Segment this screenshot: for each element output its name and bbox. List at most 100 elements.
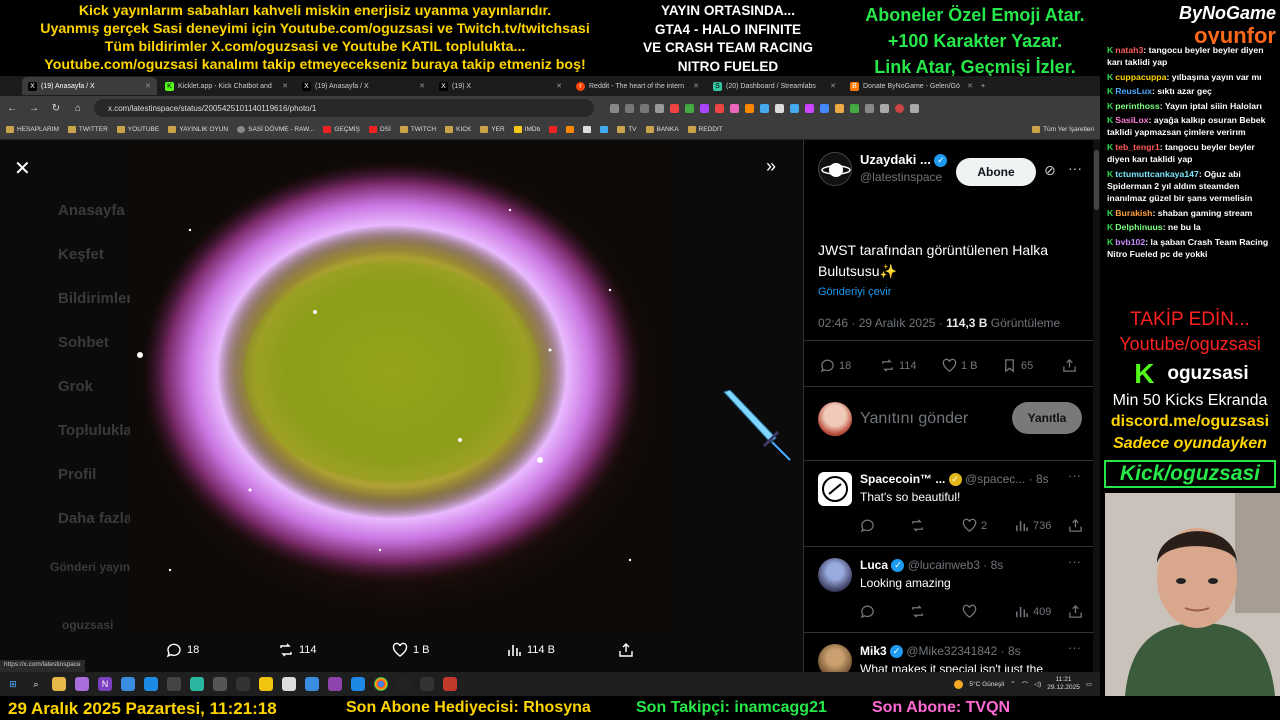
- steam-icon[interactable]: [167, 677, 181, 691]
- reply-author-name[interactable]: Spacecoin™ ...: [860, 472, 945, 486]
- bookmark-item[interactable]: SASİ DÖVME - RAW...: [237, 126, 314, 133]
- reply-share-action[interactable]: [1068, 604, 1083, 619]
- bookmark-item[interactable]: TWITCH: [399, 126, 436, 133]
- search-icon[interactable]: ⌕: [29, 677, 43, 691]
- like-count[interactable]: 1 B: [942, 358, 978, 373]
- reply-views-action[interactable]: 736: [1014, 518, 1051, 533]
- app-icon[interactable]: [75, 677, 89, 691]
- edge-icon[interactable]: [351, 677, 365, 691]
- bookmark-item[interactable]: [600, 126, 609, 133]
- reply-like-action[interactable]: [962, 604, 981, 619]
- edge-like-icon[interactable]: [144, 677, 158, 691]
- chat-username[interactable]: bvb102: [1115, 237, 1145, 247]
- extension-icon[interactable]: [685, 103, 694, 113]
- taskbar-clock[interactable]: 11:21 29.12.2025: [1047, 676, 1080, 692]
- extension-icon[interactable]: [670, 103, 679, 113]
- star-icon[interactable]: [655, 103, 664, 113]
- reply-reply-action[interactable]: [860, 604, 879, 619]
- reply-item[interactable]: Mik3 ✓ @Mike32341842 · 8s ··· What makes…: [804, 640, 1100, 672]
- scrollbar-thumb[interactable]: [1094, 150, 1099, 210]
- reply-count[interactable]: 18: [820, 358, 851, 373]
- reply-reply-action[interactable]: [860, 518, 879, 533]
- close-photo-button[interactable]: ✕: [14, 156, 31, 181]
- notification-icon[interactable]: ▭: [1086, 680, 1092, 688]
- download-icon[interactable]: [880, 103, 889, 113]
- extension-icon[interactable]: [850, 103, 859, 113]
- chat-username[interactable]: ReusLux: [1115, 86, 1152, 96]
- reply-handle[interactable]: @spacec...: [965, 472, 1025, 486]
- reply-avatar[interactable]: [818, 472, 852, 506]
- reply-avatar[interactable]: [818, 558, 852, 592]
- close-tab-icon[interactable]: ✕: [693, 82, 699, 90]
- repost-count[interactable]: 114: [880, 358, 917, 373]
- bookmark-item[interactable]: TV: [617, 126, 637, 133]
- reply-input[interactable]: Yanıtını gönder: [860, 410, 968, 428]
- bookmark-item[interactable]: BANKA: [645, 126, 679, 133]
- chat-username[interactable]: SasiLox: [1115, 115, 1148, 125]
- home-icon[interactable]: ⌂: [72, 103, 84, 114]
- chat-username[interactable]: teb_tengr1: [1115, 142, 1159, 152]
- volume-icon[interactable]: ◁): [1034, 680, 1041, 688]
- app-icon[interactable]: [328, 677, 342, 691]
- bookmark-item[interactable]: GEÇMİŞ: [323, 126, 360, 133]
- chat-username[interactable]: Delphinuus: [1115, 222, 1162, 232]
- bookmark-item[interactable]: REDDIT: [687, 126, 723, 133]
- bookmark-item[interactable]: YER: [480, 126, 505, 133]
- browser-tab[interactable]: X (19) Anasayfa / X ✕: [22, 77, 157, 95]
- share-button[interactable]: [1062, 358, 1077, 373]
- extension-icon[interactable]: [760, 103, 769, 113]
- follow-button[interactable]: Abone: [956, 158, 1036, 186]
- extension-icon[interactable]: [820, 103, 829, 113]
- app-icon[interactable]: [236, 677, 250, 691]
- reload-icon[interactable]: ↻: [50, 103, 62, 114]
- network-icon[interactable]: ⌒: [1022, 679, 1029, 689]
- address-bar[interactable]: x.com/latestinspace/status/2005425101140…: [94, 99, 594, 117]
- tray-chevron-icon[interactable]: ⌃: [1010, 680, 1015, 688]
- more-options-icon[interactable]: ···: [1068, 160, 1082, 176]
- chat-username[interactable]: tctumuttcankaya147: [1115, 169, 1199, 179]
- extension-icon[interactable]: [775, 103, 784, 113]
- app-icon[interactable]: [190, 677, 204, 691]
- chat-username[interactable]: natah3: [1115, 45, 1143, 55]
- app-icon[interactable]: [282, 677, 296, 691]
- forward-icon[interactable]: →: [28, 103, 40, 114]
- browser-tab[interactable]: X (19) X ✕: [433, 77, 568, 95]
- current-user-avatar[interactable]: [818, 402, 852, 436]
- share-icon[interactable]: [640, 103, 649, 113]
- start-menu-icon[interactable]: ⊞: [6, 677, 20, 691]
- reply-item[interactable]: Luca ✓ @lucainweb3 · 8s ··· Looking amaz…: [804, 554, 1100, 632]
- notes-icon[interactable]: [259, 677, 273, 691]
- author-handle[interactable]: @latestinspace: [860, 170, 942, 184]
- bookmark-item[interactable]: YOUTUBE: [116, 126, 159, 133]
- bookmark-item[interactable]: KICK: [445, 126, 471, 133]
- close-tab-icon[interactable]: ✕: [282, 82, 288, 90]
- bookmark-item[interactable]: [566, 126, 575, 133]
- reply-avatar[interactable]: [818, 644, 852, 672]
- weather-text[interactable]: 5°C Güneşli: [969, 681, 1004, 688]
- menu-icon[interactable]: [910, 103, 919, 113]
- extension-icon[interactable]: [730, 103, 739, 113]
- reply-views-action[interactable]: 409: [1014, 604, 1051, 619]
- reply-handle[interactable]: @lucainweb3: [908, 558, 980, 572]
- photo-share-action[interactable]: [618, 642, 634, 658]
- profile-avatar[interactable]: [895, 103, 904, 113]
- more-options-icon[interactable]: ···: [1068, 640, 1081, 655]
- chat-username[interactable]: Burakish: [1115, 208, 1152, 218]
- close-tab-icon[interactable]: ✕: [145, 82, 151, 90]
- gamepad-icon[interactable]: [420, 677, 434, 691]
- more-options-icon[interactable]: ···: [1068, 554, 1081, 569]
- photo-views-action[interactable]: 114 B: [506, 642, 555, 658]
- close-tab-icon[interactable]: ✕: [419, 82, 425, 90]
- extension-icon[interactable]: [715, 103, 724, 113]
- translate-icon[interactable]: [610, 103, 619, 113]
- reply-share-action[interactable]: [1068, 518, 1083, 533]
- bookmark-item[interactable]: [583, 126, 592, 133]
- reply-author-name[interactable]: Mik3: [860, 644, 887, 658]
- reply-repost-action[interactable]: [910, 518, 929, 533]
- nebula-photo[interactable]: [130, 140, 670, 630]
- chat-username[interactable]: perinthoss: [1115, 101, 1159, 111]
- grok-icon[interactable]: ⊘: [1044, 162, 1056, 179]
- bookmark-item[interactable]: [549, 126, 558, 133]
- reply-submit-button[interactable]: Yanıtla: [1012, 402, 1082, 434]
- reply-item[interactable]: Spacecoin™ ... ✓ @spacec... · 8s ··· Tha…: [804, 468, 1100, 546]
